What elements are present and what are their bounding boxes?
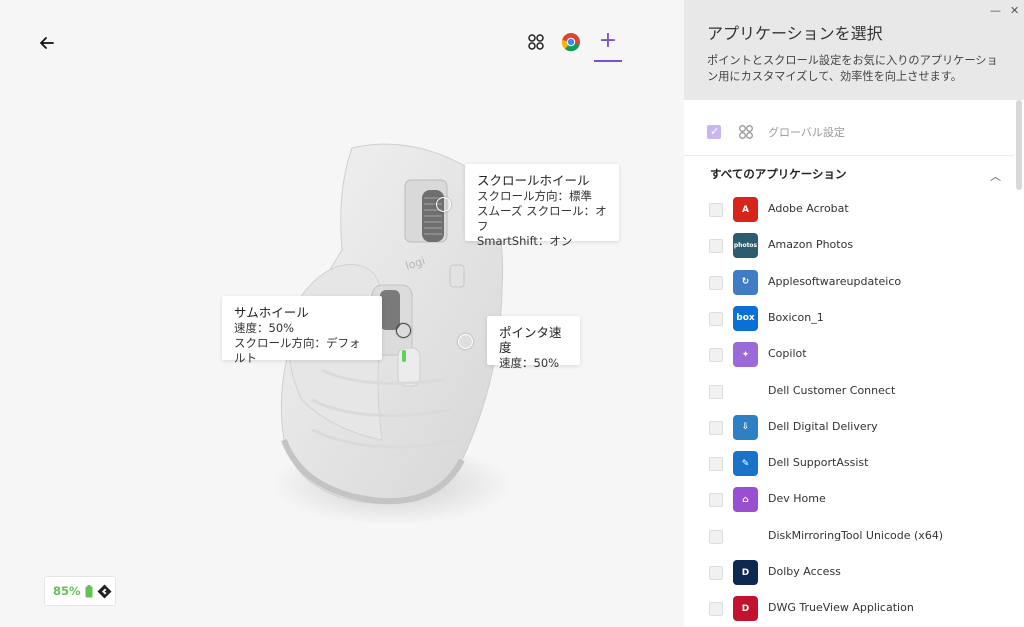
copilot-icon: ✦ [733,342,758,368]
thumb-wheel-callout[interactable]: サムホイール 速度：50% スクロール方向：デフォルト [222,296,382,365]
pointer-speed-value: 速度：50% [499,356,560,370]
amazon-photos-icon: photos [733,233,758,259]
app-grid-icon [528,34,544,50]
select-application-panel: アプリケーションを選択 ポイントとスクロール設定をお気に入りのアプリケーション用… [684,0,1024,627]
app-name: DiskMirroringTool Unicode (x64) [768,528,944,542]
apple-update-icon: ↻ [733,269,758,295]
app-row[interactable]: ⇩ Dell Digital Delivery [684,410,1014,446]
chrome-icon [561,33,580,52]
panel-title: アプリケーションを選択 [707,24,883,43]
global-settings-label: グローバル設定 [768,126,845,139]
app-name: Applesoftwareupdateico [768,274,902,288]
dev-home-icon: ⌂ [733,487,758,513]
app-row[interactable]: ↻ Applesoftwareupdateico [684,265,1014,301]
dell-digital-delivery-icon: ⇩ [733,414,758,440]
disk-mirroring-icon [733,523,758,549]
app-name: Adobe Acrobat [768,202,849,215]
app-name: Dev Home [768,492,826,506]
app-row[interactable]: ✎ Dell SupportAssist [684,446,1014,482]
thumb-wheel-hotspot[interactable] [396,323,411,338]
app-checkbox[interactable] [709,239,723,254]
app-name: Dell Digital Delivery [768,419,878,433]
app-checkbox[interactable] [709,203,723,217]
app-grid-icon [739,125,753,139]
logi-bolt-icon [97,584,112,598]
app-name: Copilot [768,347,807,361]
scroll-wheel-hotspot[interactable] [436,197,451,212]
pointer-speed-title: ポインタ速度 [499,325,562,355]
app-name: Dolby Access [768,565,841,578]
pointer-speed-callout[interactable]: ポインタ速度 速度：50% [487,316,580,370]
panel-scrollbar[interactable] [1016,100,1022,190]
scroll-wheel-smooth: スムーズ スクロール：オフ [477,204,607,233]
battery-status: 85% [44,576,116,606]
close-button[interactable]: ✕ [1010,4,1019,17]
app-name: Amazon Photos [768,238,854,252]
thumb-wheel-speed: 速度：50% [234,321,295,335]
battery-icon [85,584,93,597]
app-row[interactable]: D Dolby Access [684,555,1014,591]
plus-icon: + [598,28,618,53]
dell-supportassist-icon: ✎ [733,451,758,477]
all-applications-heading: すべてのアプリケーション [710,167,847,181]
app-checkbox[interactable] [709,275,723,290]
app-checkbox[interactable] [709,311,723,326]
dell-customer-connect-icon [733,378,758,404]
app-row[interactable]: D DWG TrueView Application [684,591,1014,627]
adobe-acrobat-icon: A [733,197,758,222]
back-button[interactable] [36,32,58,54]
divider [684,155,1014,156]
app-grid-button[interactable] [526,32,546,52]
dolby-access-icon: D [733,560,758,585]
chevron-up-icon[interactable]: ︿ [990,168,1001,184]
app-name: Dell SupportAssist [768,456,869,470]
panel-header: アプリケーションを選択 ポイントとスクロール設定をお気に入りのアプリケーション用… [684,0,1024,100]
global-settings-checkbox[interactable] [707,125,721,139]
scroll-wheel-direction: スクロール方向：標準 [477,189,592,203]
app-checkbox[interactable] [709,457,723,472]
app-checkbox[interactable] [709,420,723,435]
battery-percent: 85% [53,584,81,598]
app-name: DWG TrueView Application [768,601,914,615]
thumb-wheel-title: サムホイール [234,305,309,320]
app-checkbox[interactable] [709,566,723,580]
app-name: Dell Customer Connect [768,383,896,397]
global-settings-row[interactable]: グローバル設定 [684,112,1014,152]
app-checkbox[interactable] [709,529,723,544]
device-view: + logi スクロールホイール スクロール方向：標準 スムーズ スクロール：オ… [0,0,684,627]
tab-underline [594,60,622,62]
app-row[interactable]: A Adobe Acrobat [684,192,1014,228]
app-row[interactable]: Dell Customer Connect [684,374,1014,410]
back-arrow-icon [40,37,54,49]
app-checkbox[interactable] [709,602,723,617]
box-icon: box [733,305,758,331]
app-checkbox[interactable] [709,348,723,363]
app-row[interactable]: box Boxicon_1 [684,301,1014,337]
minimize-button[interactable]: — [990,4,1001,17]
app-row[interactable]: ✦ Copilot [684,337,1014,373]
dwg-trueview-icon: D [733,596,758,622]
scroll-wheel-smartshift: SmartShift：オン [477,234,573,248]
app-row[interactable]: ⌂ Dev Home [684,482,1014,518]
scroll-wheel-callout[interactable]: スクロールホイール スクロール方向：標準 スムーズ スクロール：オフ Smart… [465,164,619,248]
app-checkbox[interactable] [709,493,723,508]
app-name: Boxicon_1 [768,310,824,324]
panel-description: ポイントとスクロール設定をお気に入りのアプリケーション用にカスタマイズして、効率… [707,54,998,83]
app-checkbox[interactable] [709,384,723,399]
chrome-app-button[interactable] [561,32,581,52]
app-row[interactable]: DiskMirroringTool Unicode (x64) [684,519,1014,555]
pointer-speed-hotspot[interactable] [458,334,473,349]
app-row[interactable]: photos Amazon Photos [684,228,1014,264]
thumb-wheel-direction: スクロール方向：デフォルト [234,336,361,365]
add-application-tab[interactable]: + [594,28,622,62]
scroll-wheel-title: スクロールホイール [477,173,590,188]
